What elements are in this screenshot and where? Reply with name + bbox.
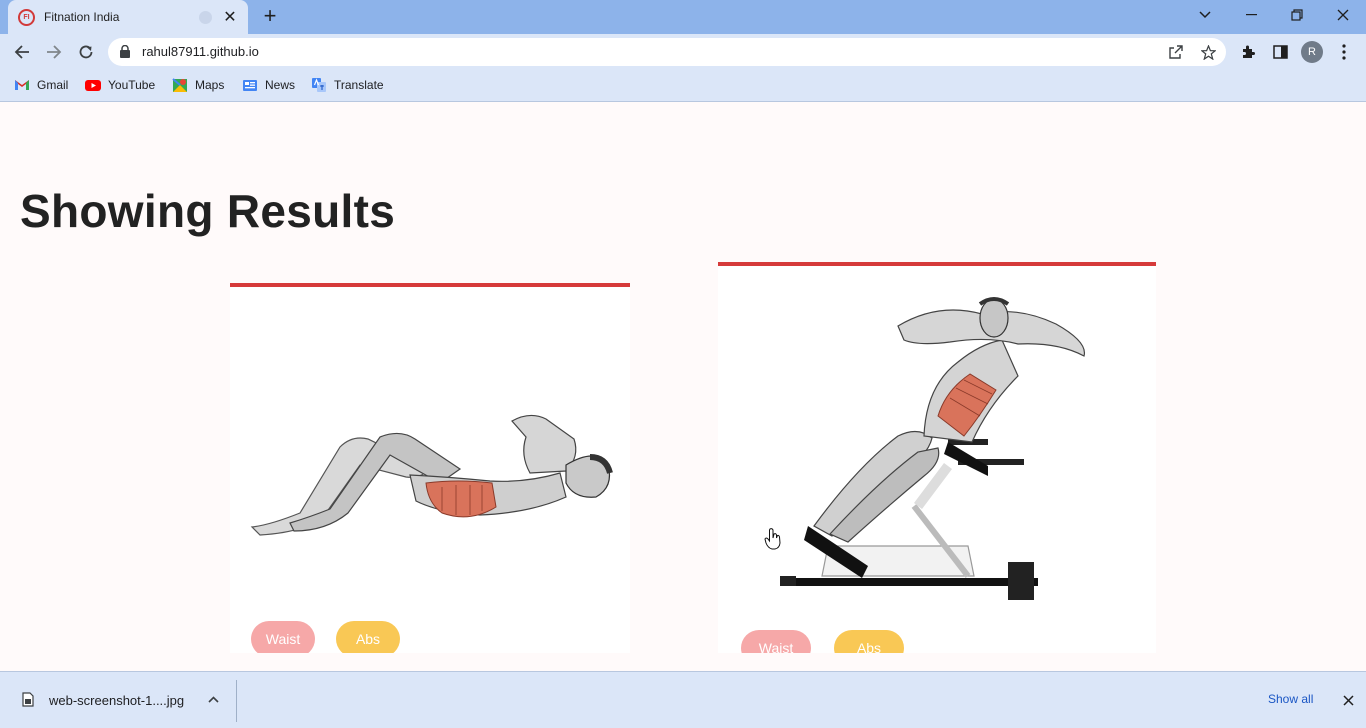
tab-search-icon[interactable] [1182, 0, 1228, 30]
extensions-icon[interactable] [1236, 40, 1260, 64]
bookmark-youtube[interactable]: YouTube [85, 77, 155, 93]
share-icon[interactable] [1166, 42, 1186, 62]
youtube-icon [85, 80, 101, 91]
forward-button[interactable] [40, 38, 68, 66]
tab-strip: FI Fitnation India ✕ + [0, 0, 1366, 34]
restore-button[interactable] [1274, 0, 1320, 30]
page-title: Showing Results [20, 185, 396, 237]
tag-waist[interactable]: Waist [741, 630, 811, 653]
bookmark-label: News [265, 78, 296, 92]
close-downloads-icon[interactable] [1338, 690, 1358, 710]
tag-abs[interactable]: Abs [336, 621, 400, 653]
tab-close-icon[interactable]: ✕ [222, 7, 238, 27]
url-text[interactable]: rahul87911.github.io [142, 44, 259, 59]
bookmark-gmail[interactable]: Gmail [14, 77, 68, 93]
browser-toolbar: rahul87911.github.io R [0, 34, 1366, 70]
hand-cursor-icon [764, 528, 781, 550]
bookmark-translate[interactable]: Translate [311, 77, 384, 93]
gmail-icon [15, 80, 29, 90]
bookmark-label: Maps [195, 78, 225, 92]
divider [236, 680, 237, 722]
browser-tab[interactable]: FI Fitnation India ✕ [8, 0, 248, 34]
tag-waist[interactable]: Waist [251, 621, 315, 653]
fitnation-favicon-icon: FI [18, 8, 35, 26]
close-window-button[interactable] [1320, 0, 1366, 30]
lock-icon[interactable] [120, 45, 130, 58]
bookmark-maps[interactable]: Maps [172, 77, 224, 93]
news-icon [243, 80, 257, 91]
downloads-bar: web-screenshot-1....jpg Show all [0, 671, 1366, 728]
exercise-card-crunch[interactable]: Waist Abs [230, 283, 630, 653]
image-file-icon[interactable] [22, 692, 34, 707]
reload-button[interactable] [72, 38, 100, 66]
bookmark-star-icon[interactable] [1198, 42, 1218, 62]
profile-avatar[interactable]: R [1301, 41, 1323, 63]
minimize-button[interactable] [1228, 0, 1274, 30]
crunch-exercise-image [250, 414, 613, 536]
tab-media-indicator-icon [199, 10, 212, 24]
address-bar[interactable]: rahul87911.github.io [108, 38, 1226, 66]
exercise-card-roman-chair-sit-up[interactable]: Waist Abs [718, 262, 1156, 653]
roman-chair-situp-exercise-image [780, 297, 1086, 600]
bookmark-label: Gmail [37, 78, 69, 92]
bookmark-news[interactable]: News [242, 77, 295, 93]
bookmarks-bar: Gmail YouTube Maps News Translate [0, 70, 1366, 102]
back-button[interactable] [8, 38, 36, 66]
chevron-up-icon[interactable] [204, 690, 222, 708]
maps-icon [172, 78, 187, 92]
download-file-name[interactable]: web-screenshot-1....jpg [49, 693, 184, 708]
show-all-link[interactable]: Show all [1268, 692, 1313, 706]
new-tab-button[interactable]: + [258, 4, 282, 28]
bookmark-label: YouTube [108, 78, 156, 92]
tag-abs[interactable]: Abs [834, 630, 904, 653]
menu-kebab-icon[interactable] [1332, 40, 1356, 64]
bookmark-label: Translate [334, 78, 384, 92]
translate-icon [312, 78, 326, 92]
tab-title: Fitnation India [44, 10, 120, 24]
side-panel-icon[interactable] [1268, 40, 1292, 64]
